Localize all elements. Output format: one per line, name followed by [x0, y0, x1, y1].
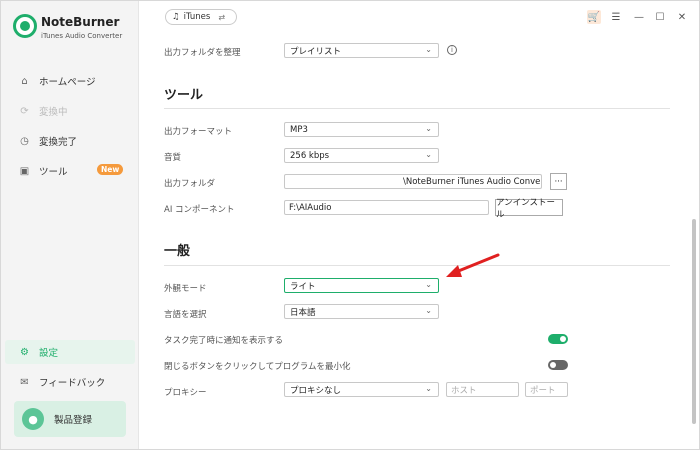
proxy-select[interactable]: プロキシなし ⌄ — [284, 382, 439, 397]
proxy-value: プロキシなし — [290, 385, 342, 396]
appearance-value: ライト — [290, 281, 316, 292]
sidebar-item-label: フィードバック — [39, 378, 106, 389]
quality-label: 音質 — [164, 153, 182, 163]
sidebar-item-label: ホームページ — [39, 77, 96, 88]
sidebar-item-converted[interactable]: ◷ 変換完了 — [5, 129, 135, 153]
noteburner-logo-icon — [13, 14, 37, 38]
annotation-arrow-icon — [446, 253, 500, 277]
chevron-down-icon: ⌄ — [425, 306, 432, 315]
appearance-label: 外観モード — [164, 284, 207, 294]
mail-icon: ✉ — [20, 376, 29, 388]
sidebar-item-home[interactable]: ⌂ ホームページ — [5, 69, 135, 93]
clock-icon: ◷ — [20, 135, 29, 147]
organize-output-select[interactable]: プレイリスト ⌄ — [284, 43, 439, 58]
sidebar-item-tools[interactable]: ▣ ツール New — [5, 159, 135, 183]
new-badge: New — [97, 164, 124, 175]
brand-name: NoteBurner — [41, 15, 120, 29]
quality-value: 256 kbps — [290, 150, 330, 161]
sidebar-item-label: 変換完了 — [39, 137, 78, 148]
sidebar-item-label: 設定 — [39, 348, 59, 359]
organize-output-label: 出力フォルダを整理 — [164, 48, 241, 58]
chevron-down-icon: ⌄ — [425, 45, 432, 54]
output-format-label: 出力フォーマット — [164, 127, 233, 137]
sidebar-item-settings[interactable]: ⚙ 設定 — [5, 340, 135, 364]
user-icon: ● — [22, 408, 44, 430]
general-section-title: 一般 — [164, 244, 191, 259]
register-label: 製品登録 — [54, 415, 93, 426]
app-window: NoteBurner iTunes Audio Converter ⌂ ホームペ… — [0, 0, 700, 450]
maximize-icon[interactable]: ☐ — [653, 10, 667, 24]
sidebar: NoteBurner iTunes Audio Converter ⌂ ホームペ… — [1, 1, 139, 449]
chevron-down-icon: ⌄ — [425, 124, 432, 133]
uninstall-button[interactable]: アンインストール — [495, 198, 563, 220]
browse-folder-button[interactable]: ··· — [550, 173, 567, 190]
minimize-on-close-label: 閉じるボタンをクリックしてプログラムを最小化 — [164, 362, 351, 372]
section-divider — [164, 108, 670, 109]
toolbox-icon: ▣ — [19, 165, 30, 177]
brand-subtitle: iTunes Audio Converter — [41, 32, 123, 40]
notify-complete-label: タスク完了時に通知を表示する — [164, 336, 284, 346]
chevron-down-icon: ⌄ — [425, 280, 432, 289]
section-divider — [164, 265, 670, 266]
language-select[interactable]: 日本語 ⌄ — [284, 304, 439, 319]
scrollbar[interactable] — [692, 219, 696, 424]
chevron-down-icon: ⌄ — [425, 384, 432, 393]
proxy-port-input[interactable]: ポート — [525, 382, 568, 397]
output-format-select[interactable]: MP3 ⌄ — [284, 122, 439, 137]
home-icon: ⌂ — [21, 75, 28, 87]
output-format-value: MP3 — [290, 124, 308, 135]
chevron-down-icon: ⌄ — [425, 150, 432, 159]
music-note-icon: ♫ — [172, 12, 180, 22]
converting-icon: ⟳ — [20, 105, 29, 117]
output-folder-input[interactable]: \NoteBurner iTunes Audio Convert — [284, 174, 542, 189]
proxy-host-input[interactable]: ホスト — [446, 382, 519, 397]
ai-component-path-input[interactable]: F:\AIAudio — [284, 200, 489, 215]
menu-icon[interactable]: ☰ — [609, 10, 623, 24]
sidebar-item-converting[interactable]: ⟳ 変換中 — [5, 99, 135, 123]
notify-complete-toggle[interactable] — [548, 334, 568, 344]
cart-icon[interactable]: 🛒 — [587, 10, 601, 24]
sidebar-item-label: ツール — [39, 167, 68, 178]
settings-panel: ♫ iTunes ⇄ 🛒 ☰ — ☐ ✕ 出力フォルダを整理 プレイリスト ⌄ … — [140, 1, 699, 449]
register-button[interactable]: ● 製品登録 — [14, 401, 126, 437]
minimize-on-close-toggle[interactable] — [548, 360, 568, 370]
settings-icon: ⚙ — [20, 346, 29, 358]
organize-output-value: プレイリスト — [290, 46, 342, 57]
source-switch-button[interactable]: ♫ iTunes ⇄ — [165, 9, 237, 25]
info-icon[interactable]: i — [447, 45, 457, 55]
minimize-icon[interactable]: — — [632, 10, 646, 24]
sidebar-item-feedback[interactable]: ✉ フィードバック — [5, 370, 135, 394]
language-value: 日本語 — [290, 307, 316, 318]
quality-select[interactable]: 256 kbps ⌄ — [284, 148, 439, 163]
close-icon[interactable]: ✕ — [675, 10, 689, 24]
source-label: iTunes — [183, 12, 211, 22]
language-label: 言語を選択 — [164, 310, 207, 320]
swap-icon: ⇄ — [218, 12, 226, 22]
sidebar-item-label: 変換中 — [39, 107, 68, 118]
proxy-label: プロキシー — [164, 388, 207, 398]
ai-component-label: AI コンポーネント — [164, 205, 235, 215]
tools-section-title: ツール — [164, 88, 204, 103]
output-folder-label: 出力フォルダ — [164, 179, 216, 189]
appearance-select[interactable]: ライト ⌄ — [284, 278, 439, 293]
